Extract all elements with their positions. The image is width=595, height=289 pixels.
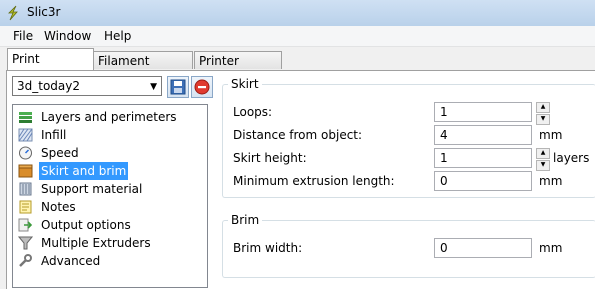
tree-item-support-material[interactable]: Support material — [15, 180, 205, 198]
support-icon — [19, 182, 32, 196]
distance-label: Distance from object: — [233, 128, 363, 142]
tab-filament-settings[interactable]: Filament Settings — [93, 51, 193, 86]
distance-field[interactable]: 4 — [434, 125, 532, 145]
save-preset-button[interactable] — [167, 76, 189, 98]
layers-icon — [19, 112, 32, 123]
menu-help[interactable]: Help — [104, 29, 131, 43]
brim-group-title: Brim — [228, 213, 263, 227]
skirt-height-unit: layers — [553, 151, 590, 165]
tab-print-settings[interactable]: Print Settings — [7, 48, 94, 86]
window-title: Slic3r — [27, 5, 61, 19]
spin-up-icon[interactable]: ▲ — [536, 148, 550, 159]
min-extrusion-field[interactable]: 0 — [434, 171, 532, 191]
settings-tabs: Print Settings Filament Settings Printer… — [0, 46, 595, 86]
preset-value: 3d_today2 — [17, 79, 81, 93]
tab-printer-settings[interactable]: Printer Settings — [194, 51, 282, 86]
skirt-height-label: Skirt height: — [233, 151, 307, 165]
skirt-height-spinner[interactable]: ▲ ▼ — [536, 148, 550, 171]
skirt-icon — [18, 164, 33, 178]
tree-item-advanced[interactable]: Advanced — [15, 252, 205, 270]
save-icon — [170, 79, 186, 95]
loops-spinner[interactable]: ▲ ▼ — [536, 102, 550, 125]
spin-down-icon[interactable]: ▼ — [536, 114, 550, 125]
menu-bar: File Window Help — [0, 26, 595, 47]
chevron-down-icon: ▼ — [150, 82, 157, 92]
wrench-icon — [19, 254, 32, 267]
spin-down-icon[interactable]: ▼ — [536, 160, 550, 171]
delete-icon — [194, 79, 210, 95]
skirt-height-field[interactable]: 1 — [434, 148, 532, 168]
min-extrusion-unit: mm — [539, 174, 563, 188]
min-extrusion-label: Minimum extrusion length: — [233, 174, 395, 188]
delete-preset-button[interactable] — [191, 76, 213, 98]
tree-item-speed[interactable]: Speed — [15, 144, 205, 162]
tree-item-infill[interactable]: Infill — [15, 126, 205, 144]
speed-icon — [19, 146, 32, 160]
menu-file[interactable]: File — [13, 29, 33, 43]
loops-label: Loops: — [233, 105, 273, 119]
spin-up-icon[interactable]: ▲ — [536, 102, 550, 113]
infill-icon — [18, 128, 33, 142]
extruders-icon — [18, 236, 33, 250]
output-icon — [18, 218, 33, 232]
brim-width-unit: mm — [539, 241, 563, 255]
brim-width-field[interactable]: 0 — [434, 238, 532, 258]
menu-window[interactable]: Window — [44, 29, 91, 43]
tree-item-output-options[interactable]: Output options — [15, 216, 205, 234]
tree-item-layers-and-perimeters[interactable]: Layers and perimeters — [15, 108, 205, 126]
settings-page-tree: Layers and perimeters Infill Speed Skirt… — [12, 104, 208, 288]
tree-item-skirt-and-brim[interactable]: Skirt and brim — [15, 162, 205, 180]
brim-width-label: Brim width: — [233, 241, 303, 255]
preset-dropdown[interactable]: 3d_today2 ▼ — [12, 76, 162, 96]
loops-field[interactable]: 1 — [434, 102, 532, 122]
slic3r-logo-icon — [8, 5, 18, 21]
tree-item-notes[interactable]: Notes — [15, 198, 205, 216]
skirt-group-title: Skirt — [228, 77, 262, 91]
title-bar: Slic3r — [0, 0, 595, 26]
notes-icon — [19, 200, 32, 214]
tree-item-multiple-extruders[interactable]: Multiple Extruders — [15, 234, 205, 252]
distance-unit: mm — [539, 128, 563, 142]
